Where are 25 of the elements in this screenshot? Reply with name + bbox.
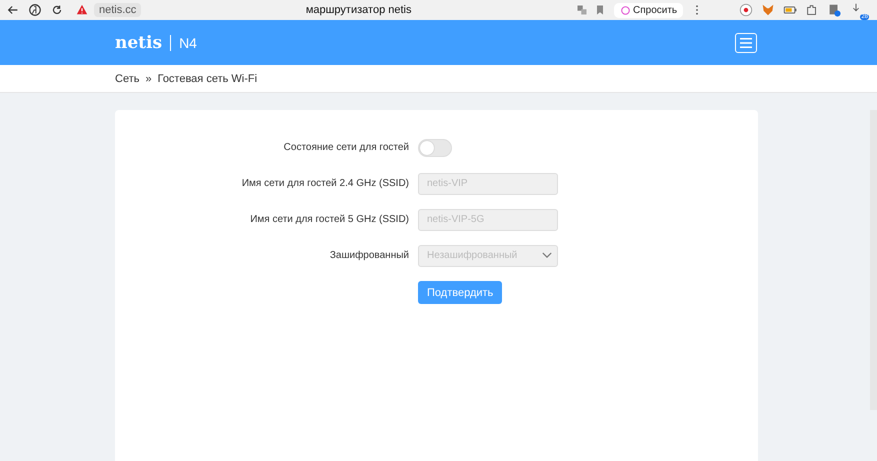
browser-logo-icon[interactable] [28,3,42,17]
field-label: Зашифрованный [328,250,410,261]
warning-icon [76,4,88,16]
breadcrumb-item: » [145,72,152,84]
record-icon[interactable] [739,3,753,17]
guest-network-toggle[interactable] [418,138,452,156]
netis-logo: netis [115,32,162,52]
reload-icon[interactable] [50,3,64,17]
chevron-down-icon [542,252,552,259]
menu-button[interactable] [735,32,757,52]
fox-icon[interactable] [761,3,775,17]
breadcrumb-item[interactable]: Сеть [115,72,140,84]
model-name: N4 [179,34,197,50]
extension-icon[interactable] [827,3,841,17]
page-title: маршрутизатор netis [304,4,412,16]
address-bar[interactable]: netis.cc маршрутизатор netis [72,0,606,20]
breadcrumb-item: Гостевая сеть Wi-Fi [158,72,258,84]
field-label: Состояние сети для гостей [282,142,410,153]
field-label: Имя сети для гостей 2.4 GHz (SSID) [240,178,410,189]
confirm-button[interactable]: Подтвердить [418,281,502,304]
bookmark-icon[interactable] [594,4,606,16]
ask-button[interactable]: Спросить [614,2,684,18]
field-label: Имя сети для гостей 5 GHz (SSID) [249,214,410,225]
back-icon[interactable] [6,3,20,17]
menu-icon [739,36,753,48]
